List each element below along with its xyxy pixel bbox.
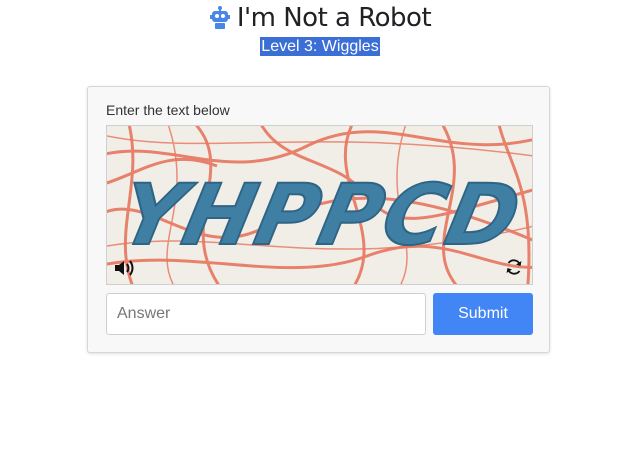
- title-row: I'm Not a Robot: [0, 3, 640, 33]
- captcha-instruction: Enter the text below: [106, 102, 230, 118]
- level-label: Level 3: Wiggles: [260, 37, 380, 56]
- page-header: I'm Not a Robot Level 3: Wiggles: [0, 0, 640, 58]
- robot-icon: [209, 6, 231, 30]
- refresh-icon[interactable]: [504, 257, 524, 277]
- page-title: I'm Not a Robot: [236, 3, 432, 33]
- captcha-noise: YHPPCD: [107, 126, 532, 284]
- captcha-image: YHPPCD: [106, 125, 533, 285]
- answer-input[interactable]: [106, 293, 426, 335]
- captcha-card: Enter the text below YHPPCD Answer Submi…: [87, 86, 550, 353]
- submit-button[interactable]: Submit: [433, 293, 533, 335]
- speaker-icon[interactable]: [113, 258, 135, 278]
- captcha-challenge-text: YHPPCD: [112, 167, 530, 265]
